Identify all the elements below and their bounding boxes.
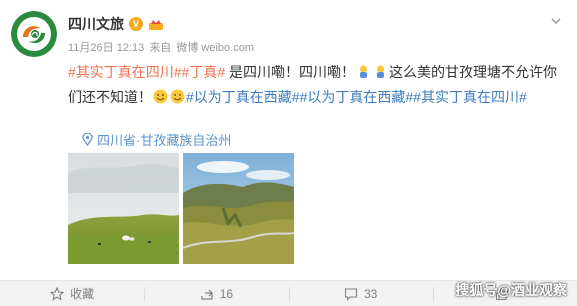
chevron-down-icon[interactable]: [549, 14, 563, 28]
favorite-button[interactable]: 收藏: [0, 281, 144, 306]
source-prefix: 来自: [149, 42, 172, 54]
grin-emoji-icon: [170, 89, 185, 104]
hashtag-link[interactable]: #丁真#: [182, 64, 226, 80]
hashtag-link[interactable]: #其实丁真在四川#: [413, 89, 527, 105]
watermark-text: 搜狐号@酒业观察: [455, 282, 567, 298]
post-photo-mountain-valley[interactable]: [183, 153, 294, 264]
post-photo-grassland[interactable]: [68, 153, 179, 264]
hashtag-link[interactable]: #以为丁真在西藏#: [186, 89, 300, 105]
comment-button[interactable]: 33: [288, 281, 433, 306]
weibo-post-card: 四川文旅 V 11月26日 12:13 来自 微博 weibo.com #其实丁…: [0, 0, 577, 280]
mountain-valley-photo-image: [183, 153, 294, 264]
grin-emoji-icon: [153, 89, 168, 104]
hashtag-link[interactable]: #其实丁真在四川#: [68, 64, 182, 80]
vip-crown-icon: [149, 19, 163, 30]
repost-count: 16: [219, 286, 234, 301]
author-name[interactable]: 四川文旅: [68, 14, 124, 34]
favorite-label: 收藏: [70, 287, 95, 301]
repost-button[interactable]: 16: [144, 281, 288, 306]
comment-count: 33: [363, 286, 378, 301]
post-text-segment: 是四川嘞！四川嘞！: [225, 64, 356, 80]
post-date[interactable]: 11月26日 12:13: [68, 42, 144, 54]
post-source[interactable]: 微博 weibo.com: [176, 42, 254, 54]
sichuan-tourism-logo-icon: [11, 11, 57, 57]
verified-badge: V: [129, 17, 143, 31]
post-meta: 11月26日 12:13 来自 微博 weibo.com: [68, 39, 256, 55]
hashtag-link[interactable]: #以为丁真在西藏#: [300, 89, 414, 105]
location-label: 四川省·甘孜藏族自治州: [97, 133, 232, 148]
avatar[interactable]: [11, 11, 57, 57]
post-text: #其实丁真在四川##丁真# 是四川嘞！四川嘞！ 这么美的甘孜理塘不允许你们还不知道…: [68, 60, 568, 110]
praying-emoji-icon: [377, 65, 385, 78]
comment-icon: [344, 287, 357, 301]
repost-icon: [201, 289, 213, 300]
grassland-photo-image: [68, 153, 179, 264]
praying-emoji-icon: [360, 65, 368, 78]
location-link[interactable]: 四川省·甘孜藏族自治州: [82, 130, 231, 149]
location-pin-icon: [82, 133, 93, 146]
star-icon: [50, 286, 65, 301]
